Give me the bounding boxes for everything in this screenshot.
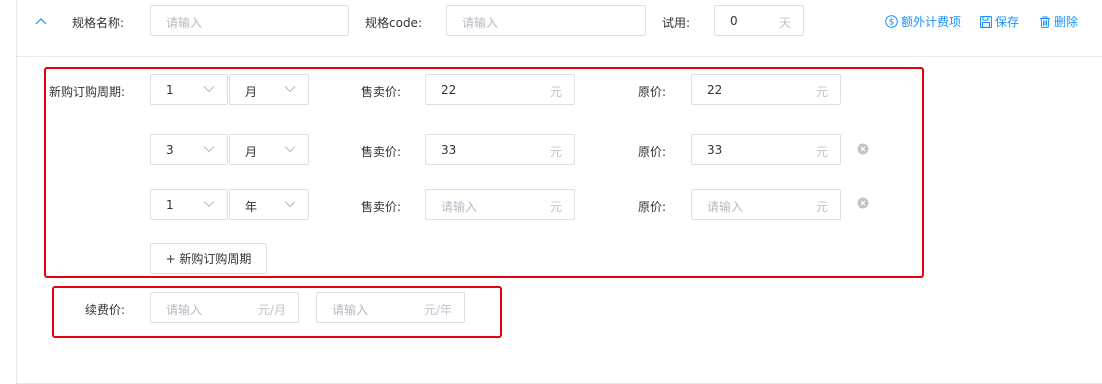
spec-code-input[interactable]: 请输入 (446, 5, 646, 36)
spec-code-label: 规格code: (365, 16, 422, 30)
save-icon (980, 15, 992, 28)
trial-label: 试用: (662, 16, 691, 30)
trial-days-unit: 天 (778, 16, 791, 30)
spec-name-label: 规格名称: (72, 16, 125, 30)
collapse-chevron-icon[interactable] (35, 14, 47, 28)
svg-text:$: $ (889, 18, 895, 28)
highlight-new-purchase (44, 67, 924, 278)
dollar-circle-icon: $ (885, 15, 898, 28)
spec-name-input[interactable]: 请输入 (150, 5, 349, 36)
highlight-renewal (52, 286, 502, 338)
spec-name-placeholder: 请输入 (166, 16, 203, 30)
spec-code-placeholder: 请输入 (462, 16, 499, 30)
delete-label: 删除 (1054, 15, 1079, 29)
trial-days-input[interactable]: 0 天 (714, 5, 804, 36)
trash-icon (1040, 16, 1050, 28)
extra-fee-label: 额外计费项 (901, 15, 962, 29)
delete-button[interactable]: 删除 (1039, 13, 1078, 30)
trial-days-value: 0 (730, 14, 738, 28)
save-button[interactable]: 保存 (980, 13, 1019, 30)
header-divider (16, 56, 1102, 57)
save-label: 保存 (995, 15, 1020, 29)
extra-fee-button[interactable]: $ 额外计费项 (885, 13, 961, 30)
